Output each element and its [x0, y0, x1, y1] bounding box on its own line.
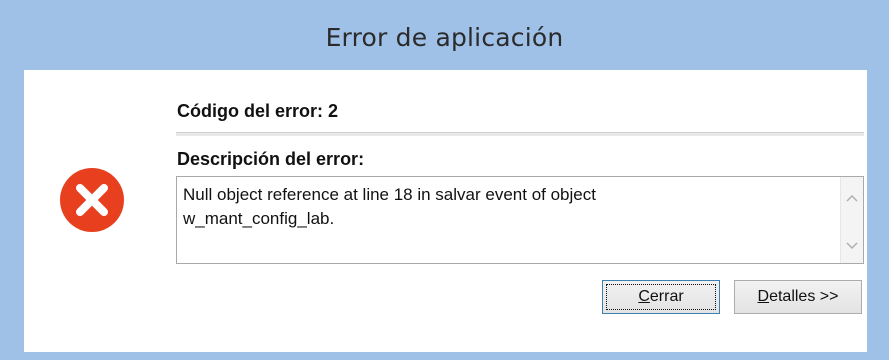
focus-rectangle	[606, 284, 716, 310]
window-title: Error de aplicación	[325, 22, 564, 52]
error-code-label: Código del error: 2	[177, 101, 339, 121]
error-description-label: Descripción del error:	[177, 149, 365, 169]
scroll-down-icon[interactable]	[841, 235, 863, 257]
close-button[interactable]: Cerrar	[602, 280, 720, 314]
vertical-scrollbar[interactable]	[840, 177, 863, 263]
details-button[interactable]: Detalles >>	[734, 280, 862, 314]
error-dialog-window: Error de aplicación Código del error: 2 …	[0, 0, 889, 360]
dialog-client-area: Código del error: 2 Descripción del erro…	[24, 70, 867, 352]
details-button-label: Detalles >>	[757, 288, 839, 305]
error-description-textbox[interactable]: Null object reference at line 18 in salv…	[176, 176, 864, 264]
scroll-up-icon[interactable]	[841, 187, 863, 209]
title-bar[interactable]: Error de aplicación	[0, 0, 889, 70]
error-description-text: Null object reference at line 18 in salv…	[183, 185, 596, 228]
separator	[176, 132, 864, 137]
error-icon	[60, 168, 124, 232]
